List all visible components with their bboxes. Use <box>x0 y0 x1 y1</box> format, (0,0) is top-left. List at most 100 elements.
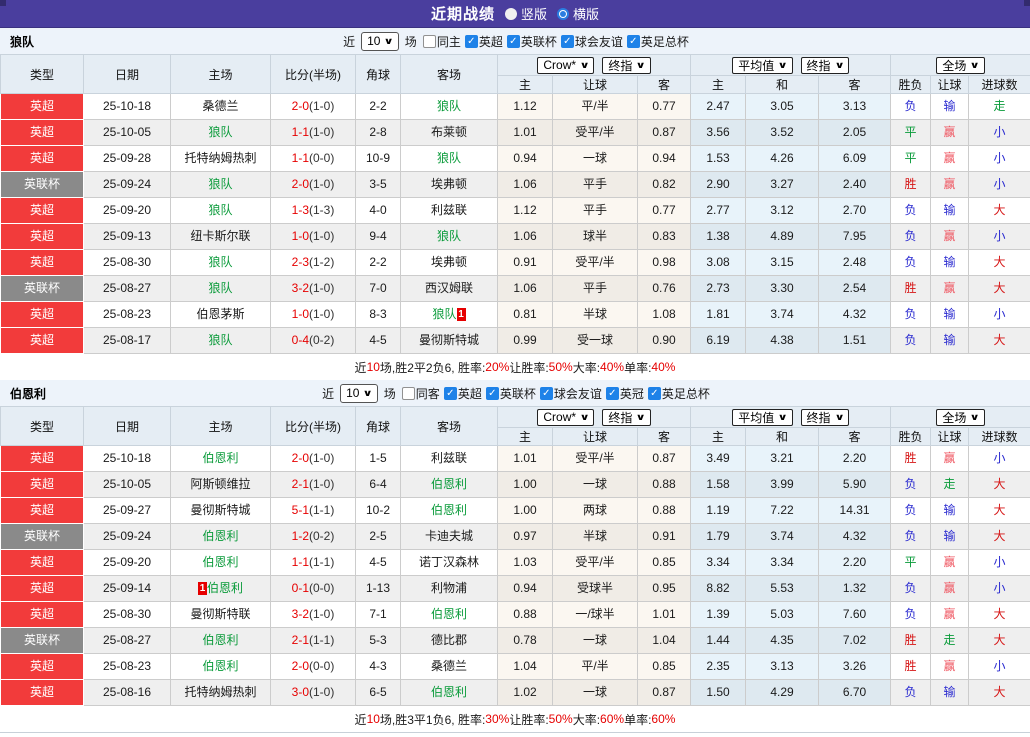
away-team-cell: 利兹联 <box>401 198 498 224</box>
league-filter[interactable]: 英冠 <box>606 385 644 402</box>
same-venue-filter[interactable]: 同主 <box>423 33 461 50</box>
odds-stage-select[interactable]: 终指∨ <box>602 409 650 426</box>
avg-home-cell: 1.39 <box>691 602 746 628</box>
match-row: 英超25-09-27曼彻斯特城5-1(1-1)10-2伯恩利1.00两球0.88… <box>1 498 1030 524</box>
scope-select[interactable]: 全场∨ <box>936 409 984 426</box>
avg-home-cell: 1.19 <box>691 498 746 524</box>
result-text: 胜 <box>905 177 917 191</box>
odds-dropdowns: Crow*∨ 终指∨ <box>498 409 690 426</box>
match-row: 英超25-08-23伯恩茅斯1-0(1-0)8-3狼队10.81半球1.081.… <box>1 302 1030 328</box>
checkbox-checked-icon[interactable] <box>606 387 619 400</box>
home-team-cell: 托特纳姆热刺 <box>171 146 271 172</box>
checkbox-checked-icon[interactable] <box>507 35 520 48</box>
away-team-cell: 西汉姆联 <box>401 276 498 302</box>
date-cell: 25-08-16 <box>84 680 171 706</box>
home-team-cell: 曼彻斯特城 <box>171 498 271 524</box>
avg-away-cell: 2.20 <box>819 550 891 576</box>
date-cell: 25-08-30 <box>84 602 171 628</box>
handicap-result-text: 赢 <box>944 659 956 673</box>
checkbox-checked-icon[interactable] <box>648 387 661 400</box>
home-team-cell: 桑德兰 <box>171 94 271 120</box>
league-filter[interactable]: 英足总杯 <box>627 33 689 50</box>
checkbox-unchecked-icon[interactable] <box>402 387 415 400</box>
league-badge: 英超 <box>1 654 84 680</box>
checkbox-checked-icon[interactable] <box>486 387 499 400</box>
home-team-name: 狼队 <box>208 203 232 217</box>
match-count-select[interactable]: 10∨ <box>340 384 378 403</box>
handicap-result-text: 赢 <box>944 607 956 621</box>
near-label: 近 <box>322 385 334 402</box>
result-text: 平 <box>905 125 917 139</box>
odds-away-cell: 0.77 <box>638 94 691 120</box>
odds-away-cell: 0.76 <box>638 276 691 302</box>
odds-away-cell: 0.88 <box>638 498 691 524</box>
radio-vertical-layout[interactable]: 竖版 <box>505 4 547 23</box>
radio-unchecked-icon <box>505 8 517 20</box>
goals-result-cell: 小 <box>969 120 1030 146</box>
match-count-select[interactable]: 10∨ <box>361 32 399 51</box>
corner-cell: 7-0 <box>356 276 401 302</box>
league-filter[interactable]: 英超 <box>465 33 503 50</box>
avg-stage-select[interactable]: 终指∨ <box>801 409 849 426</box>
corner-cell: 6-5 <box>356 680 401 706</box>
date-cell: 25-08-23 <box>84 302 171 328</box>
checkbox-checked-icon[interactable] <box>561 35 574 48</box>
checkbox-checked-icon[interactable] <box>465 35 478 48</box>
sub-column-header: 主 <box>691 428 746 446</box>
league-filter[interactable]: 球会友谊 <box>561 33 623 50</box>
league-filter[interactable]: 英足总杯 <box>648 385 710 402</box>
handicap-cell: 平手 <box>553 198 638 224</box>
odds-stage-select[interactable]: 终指∨ <box>602 57 650 74</box>
away-team-name: 桑德兰 <box>431 659 467 673</box>
avg-source-select[interactable]: 平均值∨ <box>732 409 792 426</box>
goals-result-text: 小 <box>994 307 1006 321</box>
odds-home-cell: 1.12 <box>498 198 553 224</box>
summary-segment: 50% <box>549 360 573 374</box>
league-filter[interactable]: 英联杯 <box>507 33 557 50</box>
odds-source-select[interactable]: Crow*∨ <box>537 409 594 426</box>
chevron-down-icon: ∨ <box>636 60 646 71</box>
checkbox-checked-icon[interactable] <box>540 387 553 400</box>
chevron-down-icon: ∨ <box>778 60 788 71</box>
checkbox-unchecked-icon[interactable] <box>423 35 436 48</box>
column-header: 主场 <box>171 55 271 94</box>
avg-stage-select[interactable]: 终指∨ <box>801 57 849 74</box>
checkbox-checked-icon[interactable] <box>627 35 640 48</box>
fulltime-score: 0-4 <box>292 333 309 347</box>
odds-group-header: Crow*∨终指∨ <box>498 55 691 76</box>
team-name-label: 伯恩利 <box>10 385 46 402</box>
corner-cell: 2-5 <box>356 524 401 550</box>
chevron-down-icon: ∨ <box>384 36 394 47</box>
avg-home-cell: 1.79 <box>691 524 746 550</box>
result-cell: 胜 <box>891 628 931 654</box>
summary-segment: 场,胜2平2负6, 胜率: <box>380 359 485 376</box>
radio-horizontal-layout[interactable]: 横版 <box>557 4 599 23</box>
radio-checked-icon <box>557 8 569 20</box>
goals-result-text: 大 <box>994 503 1006 517</box>
home-team-cell: 狼队 <box>171 120 271 146</box>
odds-source-select[interactable]: Crow*∨ <box>537 57 594 74</box>
checkbox-checked-icon[interactable] <box>444 387 457 400</box>
avg-source-select[interactable]: 平均值∨ <box>732 57 792 74</box>
fulltime-score: 2-0 <box>292 659 309 673</box>
same-venue-filter[interactable]: 同客 <box>402 385 440 402</box>
result-cell: 负 <box>891 198 931 224</box>
avg-draw-cell: 3.12 <box>746 198 819 224</box>
scope-select[interactable]: 全场∨ <box>936 57 984 74</box>
odds-source-select-value: Crow* <box>543 58 576 72</box>
score-cell: 2-0(1-0) <box>271 172 356 198</box>
handicap-result-cell: 赢 <box>931 602 969 628</box>
goals-result-text: 大 <box>994 203 1006 217</box>
match-row: 英超25-08-16托特纳姆热刺3-0(1-0)6-5伯恩利1.02一球0.87… <box>1 680 1030 706</box>
avg-draw-cell: 4.26 <box>746 146 819 172</box>
avg-home-cell: 1.81 <box>691 302 746 328</box>
league-filter[interactable]: 英联杯 <box>486 385 536 402</box>
league-filter[interactable]: 球会友谊 <box>540 385 602 402</box>
corner-cell: 1-5 <box>356 446 401 472</box>
handicap-result-cell: 输 <box>931 250 969 276</box>
avg-home-cell: 3.49 <box>691 446 746 472</box>
home-team-cell: 1伯恩利 <box>171 576 271 602</box>
corner-cell: 2-2 <box>356 94 401 120</box>
handicap-cell: 一球 <box>553 628 638 654</box>
league-filter[interactable]: 英超 <box>444 385 482 402</box>
